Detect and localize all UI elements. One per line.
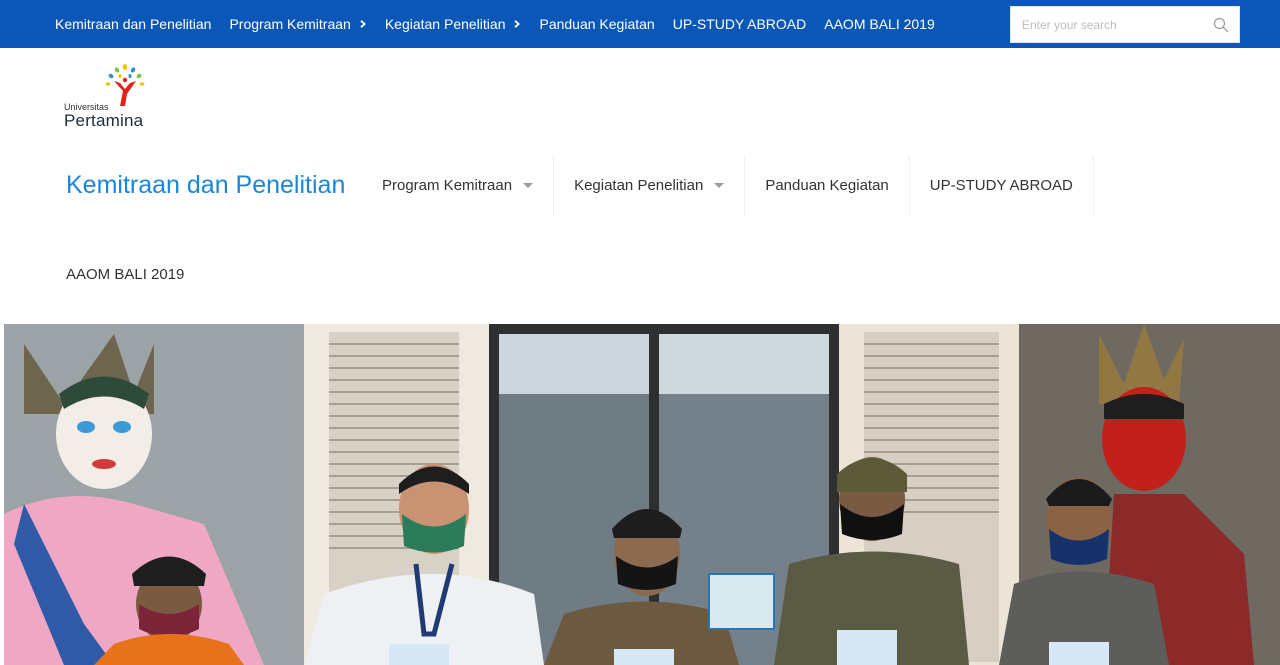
top-bar: Kemitraan dan Penelitian Program Kemitra…: [0, 0, 1280, 48]
caret-down-icon: [714, 183, 725, 188]
hero-photo: [4, 324, 1280, 665]
top-nav-label: Kemitraan dan Penelitian: [55, 16, 212, 32]
nav-up-study-abroad[interactable]: UP-STUDY ABROAD: [910, 155, 1094, 216]
nav-label: AAOM BALI 2019: [66, 266, 185, 283]
nav-program-kemitraan[interactable]: Program Kemitraan: [364, 155, 555, 216]
nav-aaom-bali-2019[interactable]: AAOM BALI 2019: [66, 266, 184, 283]
top-nav-label: AAOM BALI 2019: [824, 16, 935, 32]
nav-label: Kegiatan Penelitian: [574, 177, 704, 194]
top-nav-kegiatan-penelitian[interactable]: Kegiatan Penelitian: [385, 16, 522, 32]
chevron-right-icon: [360, 20, 366, 28]
university-logo[interactable]: Universitas Pertamina: [64, 64, 154, 130]
top-nav-label: UP-STUDY ABROAD: [672, 16, 807, 32]
top-nav-label: Program Kemitraan: [229, 16, 351, 32]
top-nav-label: Kegiatan Penelitian: [384, 16, 506, 32]
top-navigation: Kemitraan dan Penelitian Program Kemitra…: [55, 0, 953, 48]
nav-label: Program Kemitraan: [382, 177, 513, 194]
search-input[interactable]: [1011, 7, 1206, 42]
chevron-right-icon: [514, 20, 521, 28]
main-navigation: Program Kemitraan Kegiatan Penelitian Pa…: [364, 155, 1094, 216]
top-nav-panduan-kegiatan[interactable]: Panduan Kegiatan: [539, 16, 654, 32]
search-icon[interactable]: [1213, 17, 1229, 33]
top-nav-program-kemitraan[interactable]: Program Kemitraan: [229, 16, 366, 32]
top-nav-up-study-abroad[interactable]: UP-STUDY ABROAD: [673, 16, 807, 32]
hero-image: [4, 324, 1280, 665]
caret-down-icon: [523, 183, 534, 188]
search-box: [1010, 6, 1240, 43]
logo-text-pertamina: Pertamina: [64, 111, 144, 130]
site-title[interactable]: Kemitraan dan Penelitian: [66, 171, 345, 200]
nav-label: UP-STUDY ABROAD: [929, 177, 1073, 194]
nav-kegiatan-penelitian[interactable]: Kegiatan Penelitian: [554, 155, 746, 216]
nav-label: Panduan Kegiatan: [765, 177, 889, 194]
nav-panduan-kegiatan[interactable]: Panduan Kegiatan: [745, 155, 910, 216]
top-nav-aaom-bali-2019[interactable]: AAOM BALI 2019: [824, 16, 935, 32]
top-nav-label: Panduan Kegiatan: [539, 16, 655, 32]
top-nav-kemitraan-dan-penelitian[interactable]: Kemitraan dan Penelitian: [55, 16, 211, 32]
